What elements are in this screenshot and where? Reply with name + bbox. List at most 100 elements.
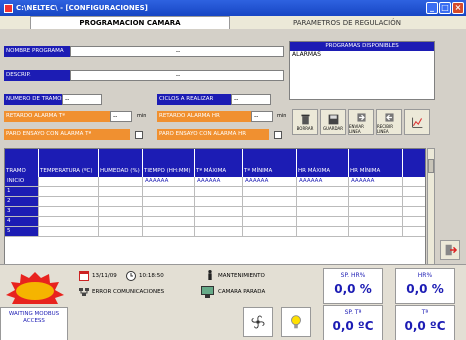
col-header: TIEMPO (HH:MM) <box>143 149 195 177</box>
table-cell[interactable] <box>243 217 297 226</box>
maximize-button[interactable]: □ <box>439 2 451 14</box>
table-cell[interactable] <box>195 217 243 226</box>
chart-icon <box>411 117 422 128</box>
table-cell[interactable] <box>99 217 143 226</box>
table-cell[interactable]: AAAAAA <box>349 177 403 186</box>
clock-icon <box>126 271 136 281</box>
table-cell[interactable] <box>297 197 349 206</box>
temp-display: Tª 0,0 ºC <box>395 305 455 340</box>
status-date: 13/11/09 <box>92 273 117 279</box>
table-cell[interactable] <box>349 197 403 206</box>
table-cell[interactable] <box>195 197 243 206</box>
table-cell[interactable]: AAAAAA <box>195 177 243 186</box>
table-cell[interactable] <box>39 177 99 186</box>
table-cell[interactable] <box>39 217 99 226</box>
borrar-button[interactable]: BORRAR <box>292 109 318 135</box>
trash-icon <box>300 114 310 125</box>
table-cell[interactable] <box>195 207 243 216</box>
table-cell[interactable]: AAAAAA <box>243 177 297 186</box>
table-cell[interactable] <box>143 197 195 206</box>
retardo-alarma-hr-field[interactable]: -- <box>251 111 273 122</box>
table-cell[interactable] <box>195 187 243 196</box>
retardo-alarma-temp-field[interactable]: -- <box>110 111 132 122</box>
table-cell[interactable] <box>243 197 297 206</box>
paro-alarma-temp-checkbox[interactable] <box>135 131 143 139</box>
config-panel: NOMBRE PROGRAMA -- DESCRIP. -- NUMERO DE… <box>0 29 466 340</box>
programas-disponibles-list[interactable]: PROGRAMAS DISPONIBLES ALARMAS <box>289 41 435 100</box>
table-cell[interactable] <box>39 227 99 236</box>
retardo-alarma-hr-label: RETARDO ALARMA HR <box>157 111 251 122</box>
table-cell[interactable] <box>99 207 143 216</box>
worker-icon <box>208 270 212 280</box>
table-cell[interactable] <box>99 227 143 236</box>
recibir-linea-button[interactable]: RECIBIR LINEA <box>376 109 402 135</box>
table-cell[interactable] <box>297 207 349 216</box>
save-icon <box>328 114 338 125</box>
window-titlebar: C:\NELTEC\ - [CONFIGURACIONES] _ □ × <box>0 0 466 16</box>
table-row: 2 <box>5 197 425 207</box>
chart-button[interactable] <box>404 109 430 135</box>
table-cell[interactable] <box>349 217 403 226</box>
table-cell[interactable] <box>39 207 99 216</box>
nombre-programa-field[interactable]: -- <box>70 46 284 57</box>
table-cell[interactable] <box>349 227 403 236</box>
table-cell[interactable] <box>143 217 195 226</box>
table-cell[interactable] <box>195 227 243 236</box>
table-cell[interactable] <box>243 187 297 196</box>
paro-alarma-hr-label: PARO ENSAYO CON ALARMA HR <box>157 129 269 140</box>
enviar-linea-button[interactable]: ENVIAR LINEA <box>348 109 374 135</box>
table-cell[interactable] <box>143 227 195 236</box>
close-button[interactable]: × <box>452 2 464 14</box>
table-cell[interactable] <box>297 187 349 196</box>
table-cell[interactable] <box>39 187 99 196</box>
retardo-alarma-temp-unit: min <box>137 113 147 119</box>
program-list-item[interactable]: ALARMAS <box>290 51 434 58</box>
descripcion-field[interactable]: -- <box>70 70 284 81</box>
table-cell[interactable] <box>143 207 195 216</box>
modbus-status: WAITING MODBUS ACCESS <box>0 307 68 340</box>
scroll-thumb[interactable] <box>428 159 434 173</box>
row-header: 2 <box>5 197 39 206</box>
table-row: 4 <box>5 217 425 227</box>
exit-icon <box>445 244 457 256</box>
table-cell[interactable] <box>297 227 349 236</box>
table-cell[interactable] <box>243 207 297 216</box>
status-comms: ERROR COMUNICACIONES <box>92 289 165 295</box>
row-header: 5 <box>5 227 39 236</box>
table-cell[interactable] <box>143 187 195 196</box>
ciclos-field[interactable]: -- <box>231 94 271 105</box>
table-row: INICIO AAAAAA AAAAAA AAAAAA AAAAAA AAAAAA <box>5 177 425 187</box>
minimize-button[interactable]: _ <box>426 2 438 14</box>
table-cell[interactable] <box>99 187 143 196</box>
fan-button[interactable] <box>243 307 273 337</box>
numero-tramos-label: NUMERO DE TRAMOS <box>4 94 62 105</box>
hr-display: HR% 0,0 % <box>395 268 455 304</box>
sp-temp-display: SP. Tª 0,0 ºC <box>323 305 383 340</box>
table-cell[interactable] <box>99 177 143 186</box>
exit-button[interactable] <box>440 240 460 260</box>
paro-alarma-temp-label: PARO ENSAYO CON ALARMA Tª <box>4 129 130 140</box>
numero-tramos-field[interactable]: -- <box>62 94 102 105</box>
sp-temp-label: SP. Tª <box>344 309 362 316</box>
temp-value: 0,0 ºC <box>404 319 446 333</box>
table-cell[interactable] <box>99 197 143 206</box>
tab-programacion-camara[interactable]: PROGRAMACION CAMARA <box>30 16 230 29</box>
table-cell[interactable] <box>349 187 403 196</box>
window-controls: _ □ × <box>426 2 464 14</box>
tab-parametros-regulacion[interactable]: PARAMETROS DE REGULACIÓN <box>232 16 462 29</box>
light-button[interactable] <box>281 307 311 337</box>
table-cell[interactable] <box>243 227 297 236</box>
status-maintenance: MANTENIMIENTO <box>218 273 265 279</box>
table-cell[interactable] <box>39 197 99 206</box>
app-icon <box>4 3 13 13</box>
row-header: INICIO <box>5 177 39 186</box>
nombre-programa-label: NOMBRE PROGRAMA <box>4 46 70 57</box>
table-cell[interactable] <box>349 207 403 216</box>
guardar-button[interactable]: GUARDAR <box>320 109 346 135</box>
status-chamber: CAMARA PARADA <box>218 289 266 295</box>
table-cell[interactable] <box>297 217 349 226</box>
paro-alarma-hr-checkbox[interactable] <box>274 131 282 139</box>
table-vertical-scrollbar[interactable] <box>427 148 435 283</box>
table-cell[interactable]: AAAAAA <box>297 177 349 186</box>
table-cell[interactable]: AAAAAA <box>143 177 195 186</box>
